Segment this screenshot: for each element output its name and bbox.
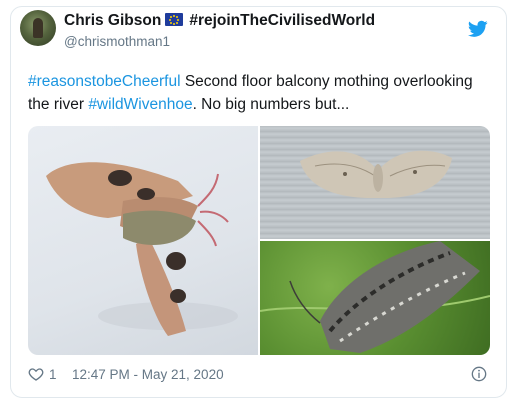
moth-photo-pale[interactable] xyxy=(260,126,490,239)
avatar[interactable] xyxy=(20,10,56,46)
media-grid xyxy=(28,126,490,355)
moth-photo-grey-on-leaf[interactable] xyxy=(260,241,490,355)
moth-photo-large[interactable] xyxy=(28,126,258,355)
info-icon[interactable] xyxy=(471,366,487,382)
tweet-text-body: . No big numbers but... xyxy=(192,96,350,113)
eu-flag-icon xyxy=(165,13,184,26)
author-name-line[interactable]: Chris Gibson #rejoinTheCivilisedWorld xyxy=(64,12,375,30)
author-handle[interactable]: @chrismothman1 xyxy=(64,34,170,49)
tweet-text: #reasonstobeCheerful Second floor balcon… xyxy=(28,70,488,116)
author-name-suffix[interactable]: #rejoinTheCivilisedWorld xyxy=(189,12,375,29)
heart-icon[interactable] xyxy=(28,366,44,382)
author-name[interactable]: Chris Gibson xyxy=(64,12,161,29)
hashtag-link[interactable]: #reasonstobeCheerful xyxy=(28,73,181,90)
timestamp-link[interactable]: 12:47 PM - May 21, 2020 xyxy=(72,367,224,382)
twitter-bird-icon[interactable] xyxy=(468,20,488,38)
like-count[interactable]: 1 xyxy=(49,367,57,382)
hashtag-link[interactable]: #wildWivenhoe xyxy=(88,96,192,113)
